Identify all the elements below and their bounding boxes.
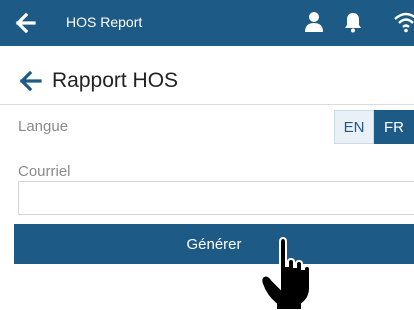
language-option-en[interactable]: EN [334, 110, 374, 144]
language-option-fr[interactable]: FR [374, 110, 414, 144]
header-divider [0, 104, 414, 105]
app-bar: HOS Report [0, 0, 414, 46]
page-back-arrow-icon[interactable] [18, 70, 42, 92]
page-title: Rapport HOS [52, 69, 179, 92]
app-title: HOS Report [66, 14, 143, 30]
user-icon[interactable] [304, 11, 324, 33]
language-label: Langue [18, 118, 69, 135]
wifi-icon[interactable] [393, 11, 414, 33]
generate-button[interactable]: Générer [14, 224, 414, 264]
page-header: Rapport HOS [0, 64, 414, 98]
hand-pointer-icon [260, 236, 311, 310]
generate-button-label: Générer [186, 235, 242, 253]
language-toggle: EN FR [334, 110, 414, 144]
email-field[interactable] [18, 181, 414, 215]
bell-icon[interactable] [343, 11, 363, 33]
back-arrow-icon[interactable] [14, 12, 36, 34]
email-label: Courriel [18, 163, 71, 180]
